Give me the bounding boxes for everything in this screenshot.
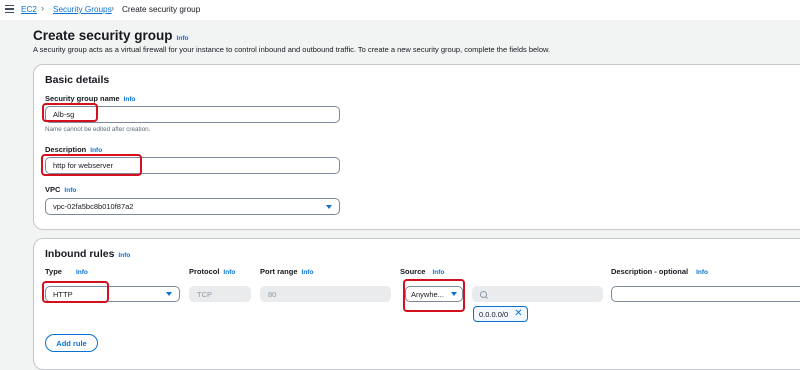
- chevron-right-icon: ›: [41, 3, 44, 13]
- breadcrumb-current: Create security group: [122, 5, 201, 14]
- source-cidr-search-input[interactable]: [472, 286, 603, 302]
- breadcrumb-ec2[interactable]: EC2: [21, 5, 37, 14]
- info-link[interactable]: Info: [90, 147, 102, 154]
- column-header-source: Source Info: [400, 267, 445, 276]
- info-link[interactable]: Info: [124, 96, 136, 103]
- chevron-right-icon: ›: [111, 3, 114, 13]
- rule-source-select[interactable]: Anywhe...: [405, 286, 463, 302]
- info-link[interactable]: Info: [118, 252, 130, 259]
- rule-description-input[interactable]: [611, 286, 800, 302]
- rule-port-range-field: 80: [260, 286, 391, 302]
- hamburger-menu-icon[interactable]: [5, 5, 14, 14]
- basic-details-title: Basic details: [45, 74, 110, 86]
- close-icon[interactable]: ✕: [514, 309, 522, 319]
- security-group-name-label: Security group name Info: [45, 94, 136, 103]
- info-link[interactable]: Info: [177, 35, 189, 42]
- source-token: 0.0.0.0/0 ✕: [473, 306, 528, 322]
- inbound-rules-panel: [33, 238, 800, 370]
- column-header-description: Description - optional Info: [611, 267, 709, 276]
- description-input[interactable]: http for webserver: [45, 157, 340, 174]
- caret-down-icon: [166, 292, 172, 296]
- info-link[interactable]: Info: [64, 187, 76, 194]
- security-group-name-input[interactable]: Alb-sg: [45, 106, 340, 123]
- page-description: A security group acts as a virtual firew…: [33, 45, 551, 54]
- page-title: Create security group Info: [33, 28, 189, 43]
- info-link[interactable]: Info: [302, 269, 314, 276]
- column-header-port-range: Port range Info: [260, 267, 314, 276]
- vpc-select[interactable]: vpc-02fa5bc8b010f87a2: [45, 198, 340, 215]
- name-hint: Name cannot be edited after creation.: [45, 126, 151, 133]
- add-rule-button[interactable]: Add rule: [45, 334, 98, 352]
- top-bar: [0, 0, 800, 20]
- caret-down-icon: [451, 292, 457, 296]
- rule-protocol-field: TCP: [189, 286, 251, 302]
- info-link[interactable]: Info: [432, 269, 444, 276]
- caret-down-icon: [326, 204, 332, 209]
- description-label: Description Info: [45, 145, 103, 154]
- vpc-label: VPC Info: [45, 185, 77, 194]
- breadcrumb-security-groups[interactable]: Security Groups: [53, 5, 112, 14]
- search-icon: [480, 290, 487, 298]
- info-link[interactable]: Info: [696, 269, 708, 276]
- inbound-rules-title: Inbound rules Info: [45, 248, 131, 260]
- column-header-protocol: Protocol Info: [189, 267, 236, 276]
- column-header-type: Type Info: [45, 267, 88, 276]
- info-link[interactable]: Info: [223, 269, 235, 276]
- info-link[interactable]: Info: [76, 269, 88, 276]
- rule-type-select[interactable]: HTTP: [45, 286, 180, 302]
